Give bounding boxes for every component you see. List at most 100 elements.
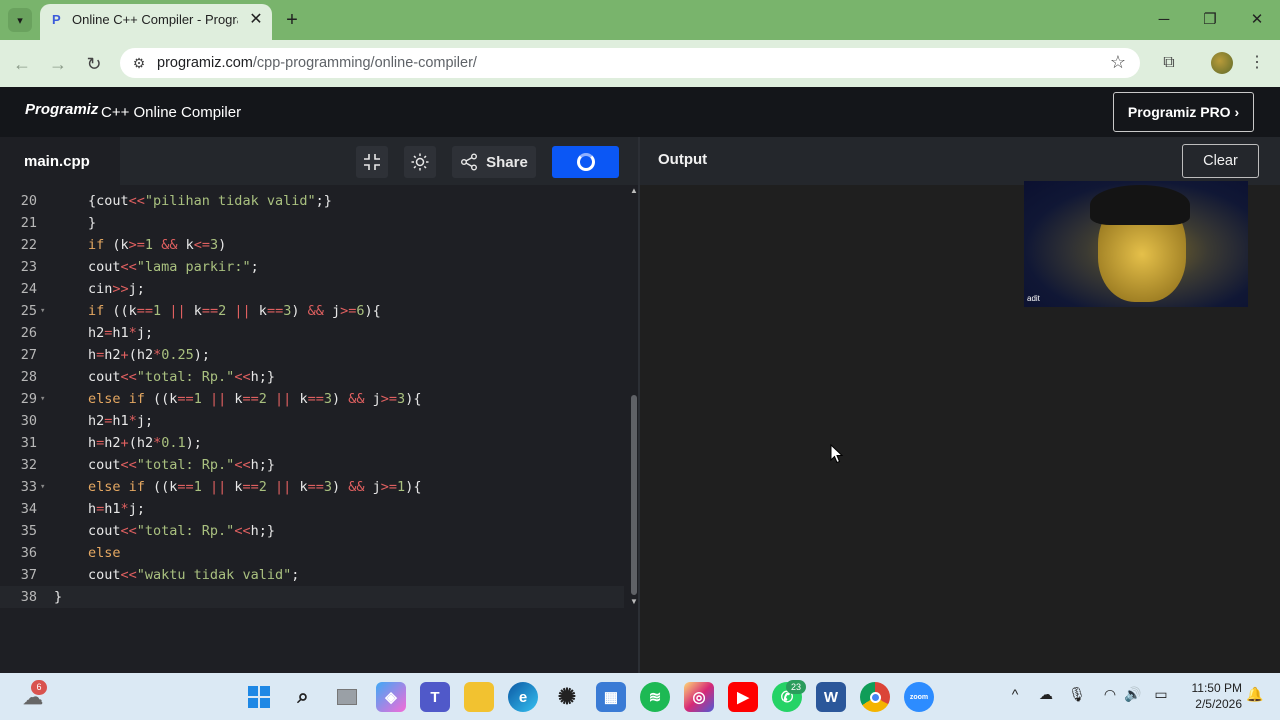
output-title: Output	[658, 151, 708, 168]
zoom-icon[interactable]: zoom	[904, 682, 934, 712]
edge-icon[interactable]: e	[508, 682, 538, 712]
battery-icon[interactable]: ▭	[1150, 686, 1172, 703]
code-line[interactable]: 35 cout<<"total: Rp."<<h;}	[0, 520, 624, 542]
code-text: if ((k==1 || k==2 || k==3) && j>=6){	[88, 303, 381, 319]
programiz-favicon-icon: P	[52, 12, 61, 27]
editor-scrollbar[interactable]	[631, 395, 637, 595]
site-info-icon[interactable]: ⚙	[130, 54, 148, 72]
code-line[interactable]: 22 if (k>=1 && k<=3)	[0, 234, 624, 256]
code-line[interactable]: 37 cout<<"waktu tidak valid";	[0, 564, 624, 586]
code-line[interactable]: 26 h2=h1*j;	[0, 322, 624, 344]
code-text: cout<<"total: Rp."<<h;}	[88, 369, 275, 385]
line-number: 33	[20, 479, 37, 495]
fullscreen-icon[interactable]	[356, 146, 388, 178]
instagram-icon[interactable]: ◎	[684, 682, 714, 712]
new-tab-icon[interactable]: +	[280, 8, 304, 32]
youtube-icon[interactable]: ▶	[728, 682, 758, 712]
code-line[interactable]: 34 h=h1*j;	[0, 498, 624, 520]
code-line[interactable]: 20 {cout<<"pilihan tidak valid";}	[0, 190, 624, 212]
line-number: 37	[20, 567, 37, 583]
webcam-name: adit	[1027, 294, 1040, 303]
programiz-pro-button[interactable]: Programiz PRO ›	[1113, 92, 1254, 132]
window-close-icon[interactable]: ✕	[1243, 8, 1271, 32]
back-icon[interactable]: ←	[10, 52, 34, 76]
teams-icon[interactable]: T	[420, 682, 450, 712]
code-line[interactable]: 27 h=h2+(h2*0.25);	[0, 344, 624, 366]
line-number: 28	[20, 369, 37, 385]
code-line[interactable]: 31 h=h2+(h2*0.1);	[0, 432, 624, 454]
file-tab-main-cpp[interactable]: main.cpp	[0, 137, 120, 185]
code-line[interactable]: 33 ▾ else if ((k==1 || k==2 || k==3) && j>…	[0, 476, 624, 498]
code-line[interactable]: 38}	[0, 586, 624, 608]
task-view-icon[interactable]	[332, 682, 362, 712]
code-line[interactable]: 25 ▾ if ((k==1 || k==2 || k==3) && j>=6){	[0, 300, 624, 322]
code-text: cout<<"waktu tidak valid";	[88, 567, 300, 583]
code-line[interactable]: 28 cout<<"total: Rp."<<h;}	[0, 366, 624, 388]
volume-icon[interactable]: 🔊	[1122, 686, 1144, 703]
share-button[interactable]: Share	[452, 146, 536, 178]
code-line[interactable]: 30 h2=h1*j;	[0, 410, 624, 432]
loading-spinner-icon	[576, 153, 595, 171]
line-number: 38	[20, 589, 37, 605]
system-clock[interactable]: 11:50 PM 2/5/2026	[1186, 680, 1242, 712]
microphone-icon[interactable]: 🎙	[1066, 686, 1088, 703]
notifications-icon[interactable]: 🔔	[1244, 686, 1266, 703]
close-icon[interactable]: ✕	[246, 10, 266, 30]
store-icon[interactable]: ▦	[596, 682, 626, 712]
code-editor[interactable]: 20 {cout<<"pilihan tidak valid";} 21} 22 if …	[0, 185, 638, 673]
file-explorer-icon[interactable]	[464, 682, 494, 712]
code-text: h=h1*j;	[88, 501, 145, 517]
chatgpt-icon[interactable]: ✺	[552, 682, 582, 712]
show-hidden-icons-icon[interactable]: ^	[1004, 686, 1026, 702]
minimize-icon[interactable]: ─	[1150, 8, 1178, 32]
extensions-icon[interactable]: ⧉	[1157, 52, 1181, 74]
code-text: cout<<"lama parkir:";	[88, 259, 259, 275]
word-icon[interactable]: W	[816, 682, 846, 712]
url-text[interactable]: programiz.com/cpp-programming/online-com…	[157, 55, 477, 73]
line-number: 30	[20, 413, 37, 429]
maximize-icon[interactable]: ❐	[1196, 8, 1224, 32]
url-path: /cpp-programming/online-compiler/	[252, 55, 477, 71]
copilot-icon[interactable]: ◈	[376, 682, 406, 712]
fold-toggle-icon[interactable]: ▾	[40, 476, 45, 498]
line-number: 20	[20, 193, 37, 209]
line-number: 22	[20, 237, 37, 253]
webcam-hair	[1090, 185, 1190, 225]
scroll-down-icon[interactable]: ▼	[630, 597, 638, 607]
reload-icon[interactable]: ↻	[82, 52, 106, 76]
whatsapp-badge: 23	[786, 680, 806, 694]
line-number: 24	[20, 281, 37, 297]
onedrive-icon[interactable]: ☁	[1035, 686, 1057, 703]
start-icon[interactable]	[244, 682, 274, 712]
spotify-icon[interactable]: ≋	[640, 682, 670, 712]
fold-toggle-icon[interactable]: ▾	[40, 388, 45, 410]
bookmark-star-icon[interactable]: ☆	[1106, 52, 1130, 74]
code-text: h=h2+(h2*0.1);	[88, 435, 202, 451]
forward-icon[interactable]: →	[46, 52, 70, 76]
search-icon[interactable]: ⌕	[288, 682, 318, 712]
profile-icon[interactable]	[1211, 52, 1233, 74]
code-line[interactable]: 24 cin>>j;	[0, 278, 624, 300]
tab-search-icon[interactable]: ▾	[8, 8, 32, 32]
code-line[interactable]: 32 cout<<"total: Rp."<<h;}	[0, 454, 624, 476]
code-text: }	[54, 589, 63, 605]
wifi-icon[interactable]: ◠	[1099, 686, 1121, 703]
run-button[interactable]	[552, 146, 619, 178]
clear-button[interactable]: Clear	[1182, 144, 1259, 178]
line-number: 23	[20, 259, 37, 275]
chrome-icon[interactable]	[860, 682, 890, 712]
menu-icon[interactable]: ⋮	[1245, 52, 1269, 74]
theme-toggle-icon[interactable]	[404, 146, 436, 178]
weather-badge: 6	[31, 680, 47, 695]
line-number: 26	[20, 325, 37, 341]
code-line[interactable]: 21}	[0, 212, 624, 234]
code-line[interactable]: 23 cout<<"lama parkir:";	[0, 256, 624, 278]
programiz-logo[interactable]: Programiz	[25, 101, 98, 123]
line-number: 25	[20, 303, 37, 319]
code-line[interactable]: 29 ▾ else if ((k==1 || k==2 || k==3) && j>…	[0, 388, 624, 410]
code-text: else if ((k==1 || k==2 || k==3) && j>=1)…	[88, 479, 422, 495]
scroll-up-icon[interactable]: ▲	[630, 186, 638, 196]
fold-toggle-icon[interactable]: ▾	[40, 300, 45, 322]
code-line[interactable]: 36 else	[0, 542, 624, 564]
code-text: {cout<<"pilihan tidak valid";}	[88, 193, 332, 209]
